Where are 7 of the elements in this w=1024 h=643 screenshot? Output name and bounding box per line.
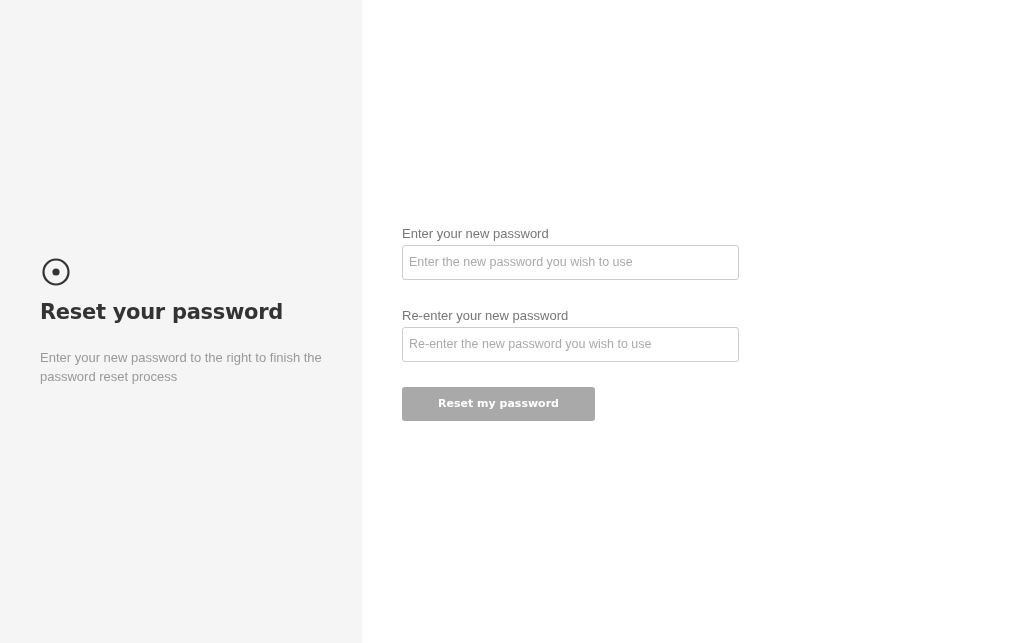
password-field[interactable]: Enter the new password you wish to use bbox=[402, 244, 739, 280]
field-label: Re-enter your new password bbox=[402, 307, 569, 323]
page-title: Reset your password bbox=[40, 299, 284, 324]
password-field[interactable]: Re-enter the new password you wish to use bbox=[402, 326, 739, 362]
radio-icon bbox=[42, 257, 70, 286]
field-label: Enter your new password bbox=[402, 225, 549, 241]
description-text: Enter your new password to the right to finish the password reset process bbox=[40, 348, 323, 386]
